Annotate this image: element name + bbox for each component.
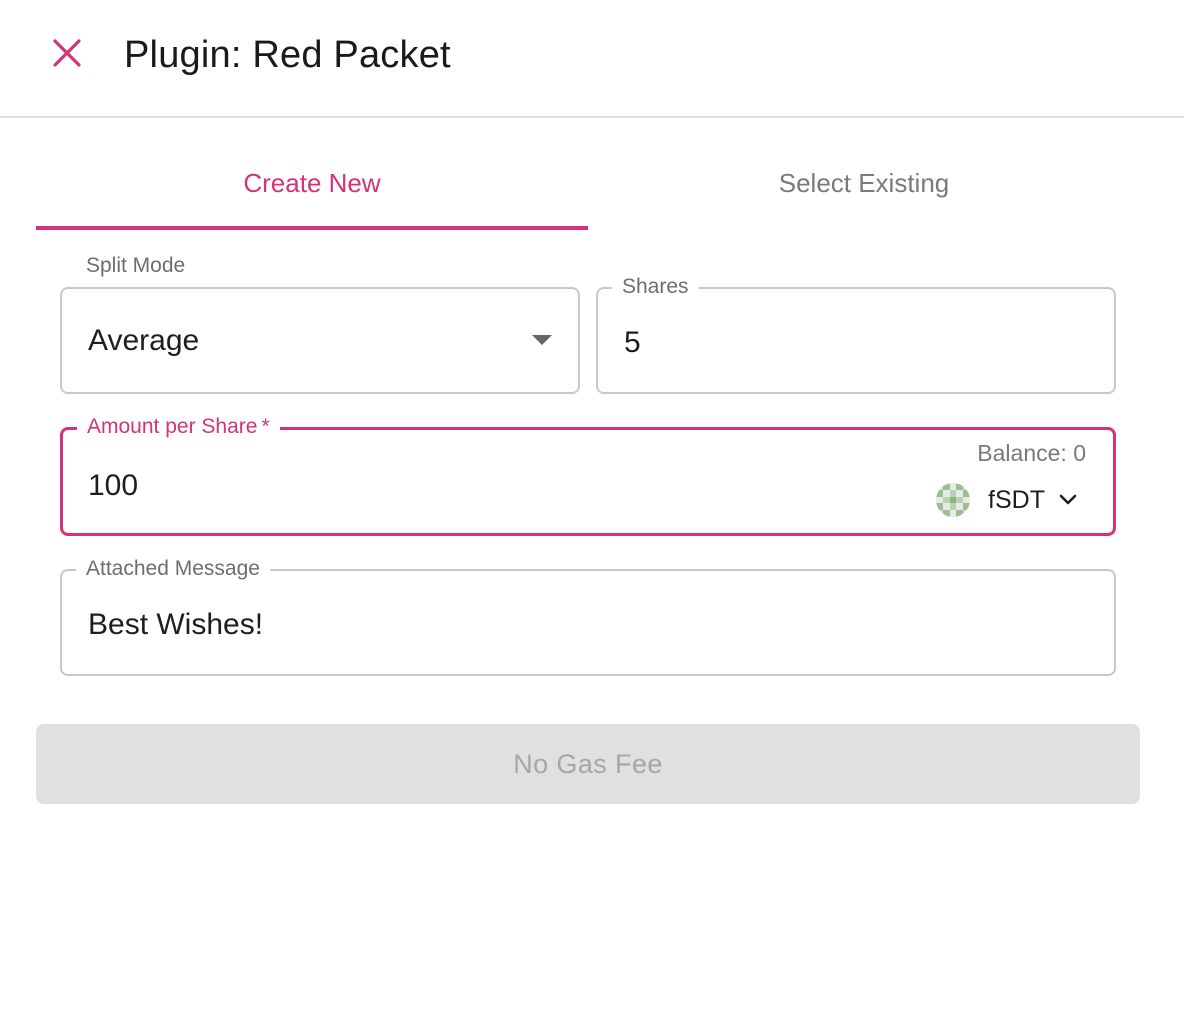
balance-text: Balance: 0 [977, 440, 1086, 466]
no-gas-fee-button[interactable]: No Gas Fee [36, 724, 1140, 804]
active-tab-indicator [36, 226, 588, 230]
shares-field[interactable]: Shares 5 [596, 274, 1116, 394]
token-symbol: fSDT [988, 485, 1045, 514]
token-select-button[interactable]: fSDT [936, 480, 1077, 520]
tab-select-existing[interactable]: Select Existing [588, 136, 1140, 230]
close-button[interactable] [44, 30, 90, 76]
tab-create-new[interactable]: Create New [36, 136, 588, 230]
token-identicon [936, 483, 971, 517]
message-label: Attached Message [76, 556, 270, 582]
shares-input[interactable]: 5 [624, 325, 641, 361]
amount-label: Amount per Share * [77, 414, 280, 440]
chevron-down-icon [1059, 494, 1077, 505]
required-mark: * [261, 415, 270, 438]
split-mode-select[interactable]: Average [60, 287, 580, 394]
caret-down-icon [532, 335, 552, 345]
amount-label-text: Amount per Share [87, 415, 258, 438]
amount-field[interactable]: Amount per Share * 100 Balance: 0 fSDT [60, 414, 1116, 536]
red-packet-dialog: Plugin: Red Packet Create New Select Exi… [0, 0, 1184, 1012]
split-mode-label: Split Mode [86, 254, 186, 277]
dialog-header: Plugin: Red Packet [0, 0, 1184, 118]
amount-input[interactable]: 100 [88, 468, 138, 504]
message-field[interactable]: Attached Message Best Wishes! [60, 556, 1116, 676]
close-icon [53, 39, 81, 67]
split-mode-value: Average [88, 324, 200, 357]
dialog-title: Plugin: Red Packet [124, 34, 451, 76]
tab-bar: Create New Select Existing [36, 136, 1140, 230]
message-input[interactable]: Best Wishes! [88, 607, 263, 643]
shares-label: Shares [612, 274, 699, 300]
